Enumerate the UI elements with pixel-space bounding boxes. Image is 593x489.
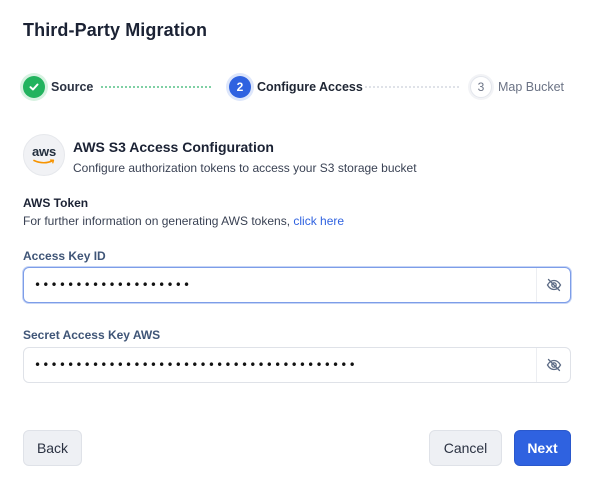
secret-key-label: Secret Access Key AWS <box>23 328 161 342</box>
section-title: AWS S3 Access Configuration <box>73 139 274 155</box>
step-connector <box>101 86 211 88</box>
step-map-bucket[interactable]: 3 Map Bucket <box>470 75 564 99</box>
aws-logo: aws <box>23 134 65 176</box>
step-label: Configure Access <box>257 80 363 94</box>
step-connector <box>365 86 459 88</box>
token-info-text: For further information on generating AW… <box>23 214 294 228</box>
click-here-link[interactable]: click here <box>293 214 344 228</box>
aws-token-info: For further information on generating AW… <box>23 214 344 228</box>
stepper: Source 2 Configure Access 3 Map Bucket <box>23 75 571 101</box>
step-source[interactable]: Source <box>23 75 93 99</box>
aws-smile-icon <box>33 158 55 164</box>
eye-off-icon <box>546 358 561 372</box>
next-button[interactable]: Next <box>514 430 571 466</box>
step-label: Map Bucket <box>498 80 565 94</box>
secret-key-field <box>23 347 571 383</box>
page-title: Third-Party Migration <box>23 20 208 40</box>
access-key-input[interactable] <box>24 268 536 302</box>
access-key-field <box>23 267 571 303</box>
step-label: Source <box>51 80 94 94</box>
toggle-visibility-button[interactable] <box>536 268 570 302</box>
eye-off-icon <box>546 278 561 292</box>
aws-logo-text: aws <box>32 143 56 159</box>
check-icon <box>23 76 45 98</box>
step-number: 2 <box>229 76 251 98</box>
section-subtitle: Configure authorization tokens to access… <box>73 161 417 175</box>
aws-token-label: AWS Token <box>23 196 89 210</box>
toggle-visibility-button[interactable] <box>536 348 570 382</box>
back-button[interactable]: Back <box>23 430 82 466</box>
step-configure-access[interactable]: 2 Configure Access <box>229 75 363 99</box>
cancel-button[interactable]: Cancel <box>429 430 502 466</box>
step-number: 3 <box>470 76 492 98</box>
access-key-label: Access Key ID <box>23 249 106 263</box>
secret-key-input[interactable] <box>24 348 536 382</box>
